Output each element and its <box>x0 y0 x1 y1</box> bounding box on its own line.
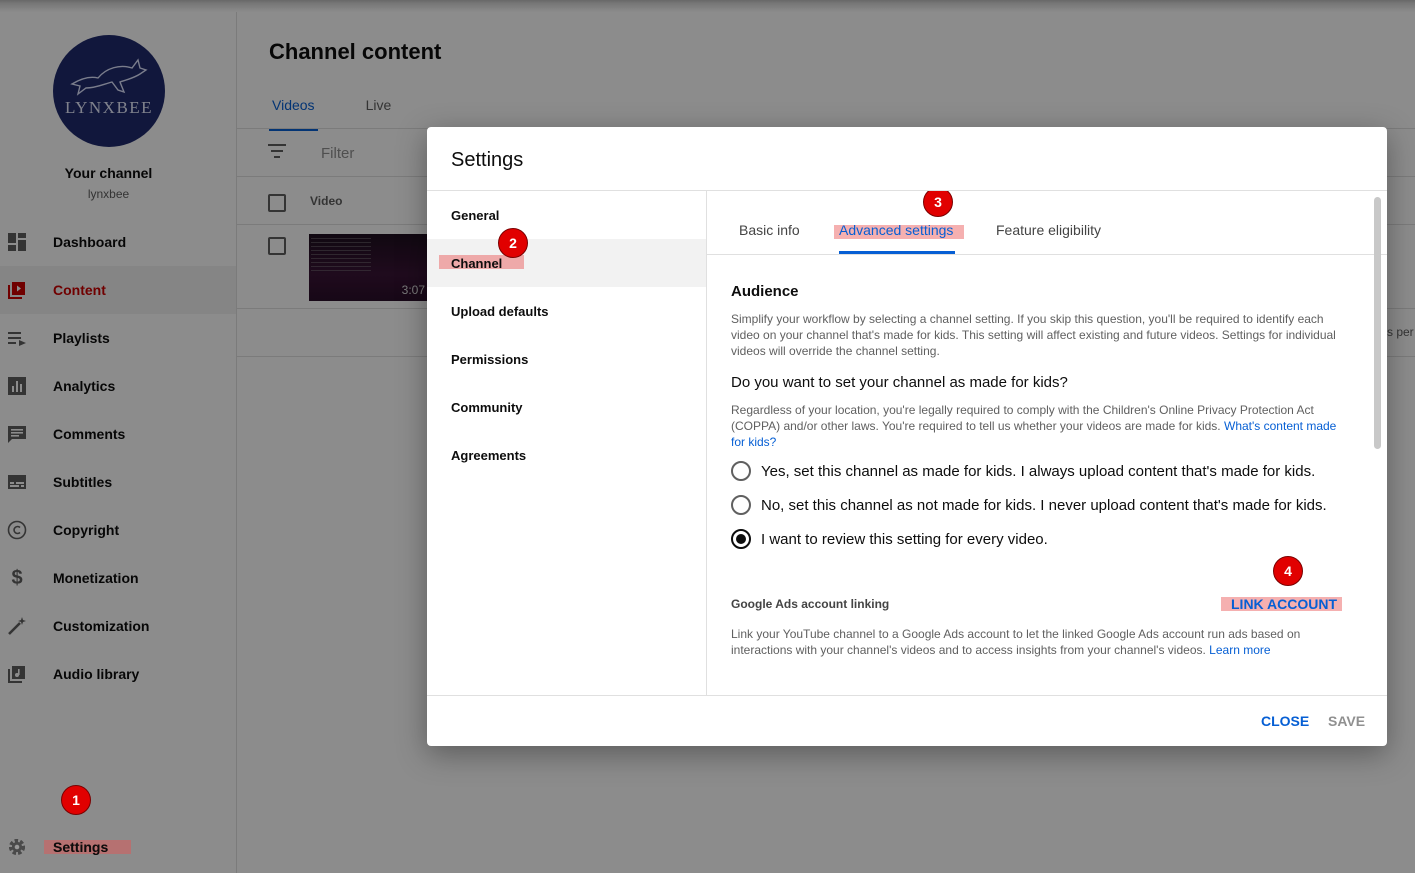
dialog-nav-label: Community <box>451 399 523 415</box>
step-badge-4: 4 <box>1273 556 1303 586</box>
dialog-title: Settings <box>451 149 524 171</box>
step-badge-2: 2 <box>498 228 528 258</box>
radio-option-yes[interactable]: Yes, set this channel as made for kids. … <box>731 461 1315 481</box>
dialog-nav-channel[interactable]: Channel 2 <box>427 228 706 287</box>
dialog-nav-permissions[interactable]: Permissions <box>427 335 706 383</box>
radio-option-no[interactable]: No, set this channel as not made for kid… <box>731 495 1327 515</box>
made-for-kids-question: Do you want to set your channel as made … <box>731 374 1068 391</box>
save-button[interactable]: SAVE <box>1328 713 1365 729</box>
dialog-nav-general[interactable]: General <box>427 191 706 239</box>
dialog-nav-label: Channel <box>451 255 503 271</box>
dialog-panel: Basic info Advanced settings Feature eli… <box>707 191 1387 695</box>
audience-description: Simplify your workflow by selecting a ch… <box>731 312 1336 358</box>
radio-label: Yes, set this channel as made for kids. … <box>761 462 1316 480</box>
learn-more-link[interactable]: Learn more <box>1209 643 1270 657</box>
step-badge-3: 3 <box>923 191 953 217</box>
dialog-nav-label: Upload defaults <box>451 303 549 319</box>
ads-linking-title: Google Ads account linking <box>731 597 890 611</box>
active-subtab-indicator <box>839 251 955 254</box>
subtab-basic-info[interactable]: Basic info <box>739 222 800 238</box>
dialog-nav-label: General <box>451 207 500 223</box>
radio-label: No, set this channel as not made for kid… <box>761 496 1327 514</box>
radio-button-selected[interactable] <box>731 529 751 549</box>
dialog-nav-label: Agreements <box>451 447 527 463</box>
radio-label: I want to review this setting for every … <box>761 530 1048 548</box>
step-badge-1: 1 <box>61 785 91 815</box>
dialog-footer-divider <box>427 695 1387 696</box>
settings-dialog: Settings General Channel 2 Upload defaul… <box>427 127 1387 746</box>
coppa-text: Regardless of your location, you're lega… <box>731 402 1337 450</box>
audience-title: Audience <box>731 283 799 300</box>
dialog-nav: General Channel 2 Upload defaults Permis… <box>427 191 707 695</box>
radio-button[interactable] <box>731 461 751 481</box>
link-account-button[interactable]: LINK ACCOUNT <box>1231 596 1337 612</box>
radio-button[interactable] <box>731 495 751 515</box>
dialog-nav-upload-defaults[interactable]: Upload defaults <box>427 287 706 335</box>
dialog-nav-label: Permissions <box>451 351 529 367</box>
subtab-advanced-settings[interactable]: Advanced settings <box>839 222 953 238</box>
settings-subtabs: Basic info Advanced settings Feature eli… <box>707 191 1387 255</box>
subtab-feature-eligibility[interactable]: Feature eligibility <box>996 222 1101 238</box>
highlight-settings <box>44 840 131 854</box>
ads-linking-text: Link your YouTube channel to a Google Ad… <box>731 626 1337 658</box>
panel-scrollbar[interactable] <box>1374 197 1381 449</box>
dialog-nav-agreements[interactable]: Agreements <box>427 431 706 479</box>
dialog-nav-community[interactable]: Community <box>427 383 706 431</box>
close-button[interactable]: CLOSE <box>1261 713 1309 729</box>
radio-option-review[interactable]: I want to review this setting for every … <box>731 529 1048 549</box>
